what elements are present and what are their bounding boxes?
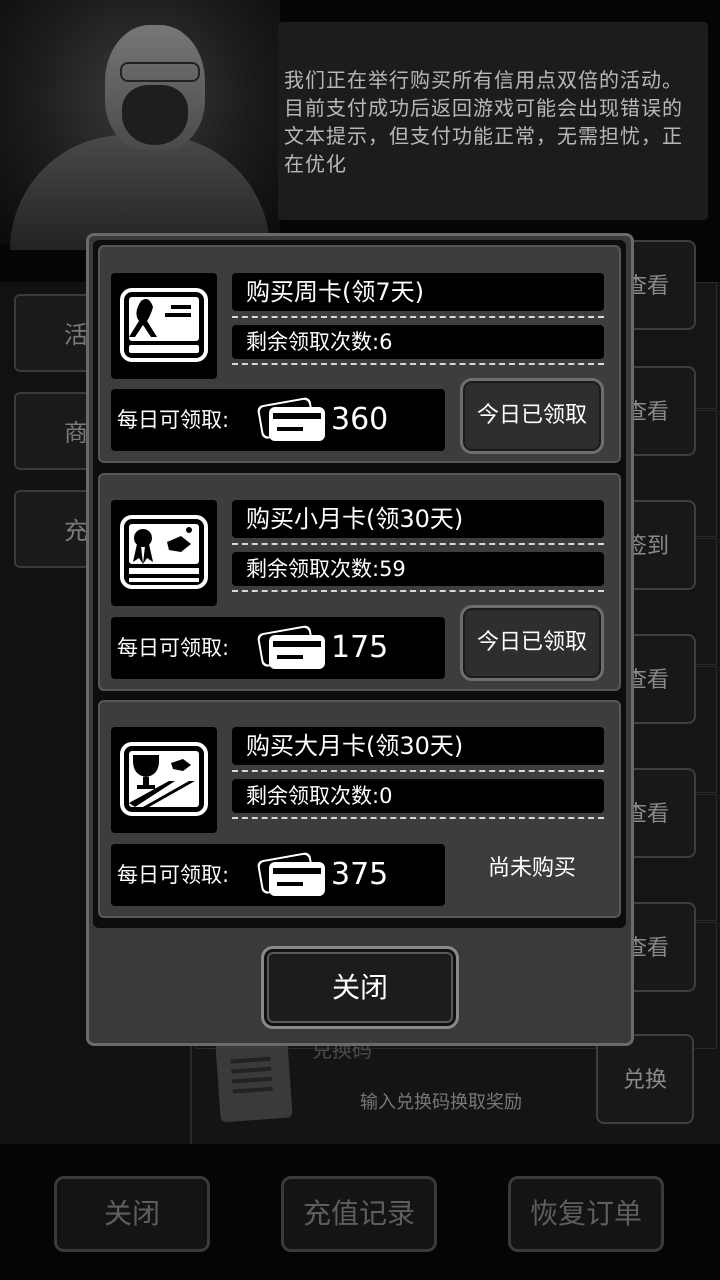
close-button[interactable]: 关闭: [261, 946, 459, 1029]
divider: [232, 363, 604, 365]
daily-reward-label: 每日可领取:: [117, 408, 230, 432]
not-purchased-status: 尚未购买: [487, 856, 576, 881]
daily-reward: 每日可领取: 375: [111, 844, 445, 906]
daily-reward-label: 每日可领取:: [117, 863, 230, 887]
daily-reward-value: 175: [331, 630, 389, 665]
daily-reward-label: 每日可领取:: [117, 636, 230, 660]
claimed-today-button[interactable]: 今日已领取: [460, 605, 604, 681]
redeem-hint: 输入兑换码换取奖励: [360, 1092, 522, 1113]
card-title: 购买大月卡(领30天): [232, 727, 604, 765]
divider: [232, 817, 604, 819]
remaining-count: 剩余领取次数:59: [232, 552, 604, 586]
notice-text: 我们正在举行购买所有信用点双倍的活动。目前支付成功后返回游戏可能会出现错误的文本…: [284, 68, 683, 176]
claimed-today-button[interactable]: 今日已领取: [460, 378, 604, 454]
daily-reward-value: 375: [331, 857, 389, 892]
remaining-count: 剩余领取次数:6: [232, 325, 604, 359]
remaining-count: 剩余领取次数:0: [232, 779, 604, 813]
divider: [232, 543, 604, 545]
scroll-icon: [215, 1037, 293, 1123]
npc-portrait: [0, 0, 280, 250]
ribbon-card-icon: [111, 273, 217, 379]
daily-reward: 每日可领取: 360: [111, 389, 445, 451]
credit-cards-icon: [257, 397, 325, 441]
divider: [232, 316, 604, 318]
card-title: 购买周卡(领7天): [232, 273, 604, 311]
divider: [232, 590, 604, 592]
trophy-card-icon: [111, 727, 217, 833]
daily-reward: 每日可领取: 175: [111, 617, 445, 679]
bottom-close-button[interactable]: 关闭: [54, 1176, 210, 1252]
credit-cards-icon: [257, 852, 325, 896]
card-title: 购买小月卡(领30天): [232, 500, 604, 538]
credit-cards-icon: [257, 625, 325, 669]
restore-order-button[interactable]: 恢复订单: [508, 1176, 664, 1252]
redeem-button[interactable]: 兑换: [596, 1034, 694, 1124]
divider: [232, 770, 604, 772]
rosette-card-icon: [111, 500, 217, 606]
recharge-history-button[interactable]: 充值记录: [281, 1176, 437, 1252]
daily-reward-value: 360: [331, 402, 389, 437]
